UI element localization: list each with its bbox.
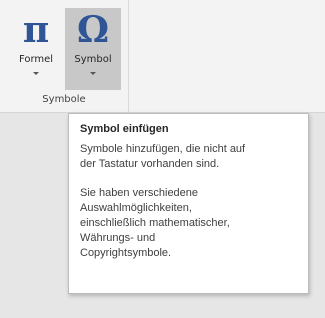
tooltip: Symbol einfügen Symbole hinzufügen, die … (68, 113, 309, 294)
omega-icon: Ω (76, 9, 110, 51)
tooltip-text-line: Auswahlmöglichkeiten, (80, 202, 192, 214)
formel-button[interactable]: π Formel (8, 8, 64, 90)
tooltip-text-line: Sie haben verschiedene (80, 187, 199, 199)
tooltip-text-line: Copyrightsymbole. (80, 247, 172, 259)
ribbon: π Formel Ω Symbol Symbole (0, 0, 325, 113)
pi-icon: π (22, 9, 50, 51)
tooltip-text-line: einschließlich mathematischer, (80, 217, 230, 229)
formel-label: Formel (18, 54, 54, 65)
group-label: Symbole (42, 94, 86, 105)
tooltip-text-line: Währungs- und (80, 232, 156, 244)
tooltip-paragraph-2: Sie haben verschiedene Auswahlmöglichkei… (80, 186, 298, 261)
tooltip-paragraph-1: Symbole hinzufügen, die nicht auf der Ta… (80, 142, 298, 172)
chevron-down-icon[interactable] (90, 72, 96, 75)
chevron-down-icon[interactable] (33, 72, 39, 75)
tooltip-text-line: der Tastatur vorhanden sind. (80, 158, 220, 170)
tooltip-text-line: Symbole hinzufügen, die nicht auf (80, 143, 246, 155)
symbol-label: Symbol (74, 54, 112, 65)
symbol-button[interactable]: Ω Symbol (65, 8, 121, 90)
symbole-group: π Formel Ω Symbol Symbole (0, 0, 129, 112)
tooltip-title: Symbol einfügen (80, 123, 169, 135)
